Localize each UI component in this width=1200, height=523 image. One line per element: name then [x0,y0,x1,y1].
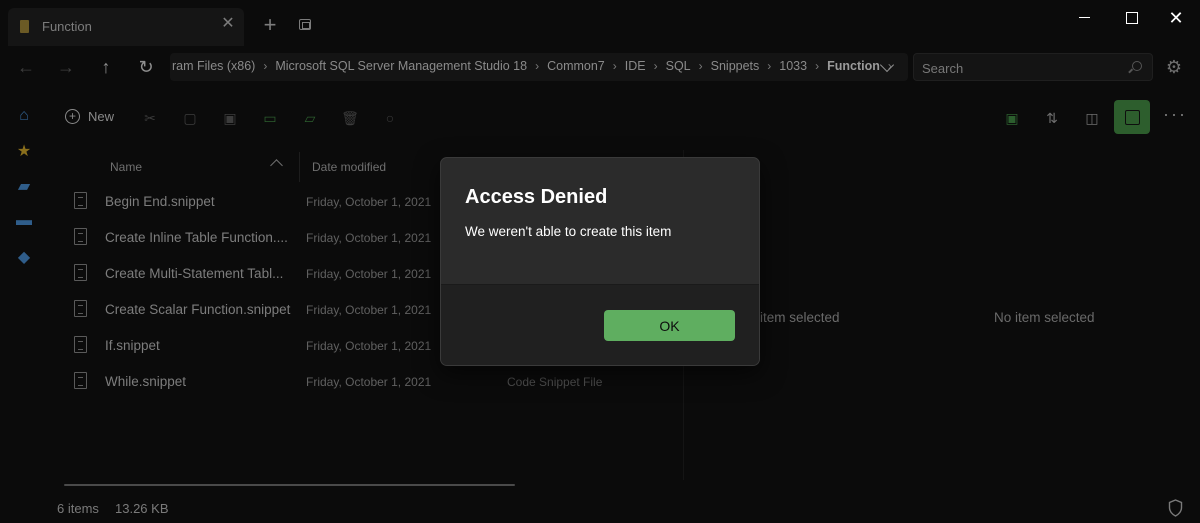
disk-icon[interactable]: ▬ [14,211,34,231]
search-input[interactable] [922,59,1122,77]
properties-icon[interactable]: ○ [380,108,400,128]
chevron-right-icon: › [612,59,617,73]
column-header-date[interactable]: Date modified [312,160,386,174]
navigation-bar: ← → ↑ ↻ ram Files (x86) › Microsoft SQL … [0,48,1200,86]
file-name: Create Inline Table Function.... [105,230,288,245]
status-bar: 6 items 13.26 KB [50,496,1200,523]
network-icon[interactable]: ◆ [14,248,34,268]
file-date: Friday, October 1, 2021 [306,231,432,245]
home-icon[interactable]: ⌂ [14,106,34,126]
file-date: Friday, October 1, 2021 [306,303,432,317]
breadcrumb-item[interactable]: Common7 [545,59,607,73]
sort-up-icon [270,159,283,172]
cut-icon[interactable]: ✂ [140,108,160,128]
breadcrumb[interactable]: ram Files (x86) › Microsoft SQL Server M… [170,53,908,81]
maximize-button[interactable] [1121,8,1141,28]
search-box[interactable] [913,53,1153,81]
tab-title: Function [42,19,92,34]
sidebar: ⌂ ★ ▰ ▬ ◆ [0,96,50,496]
breadcrumb-item[interactable]: IDE [623,59,648,73]
preview-placeholder: item selected [760,310,840,325]
total-size: 13.26 KB [115,501,169,516]
copy-icon[interactable]: ▢ [180,108,200,128]
file-icon [74,300,87,317]
chevron-right-icon: › [698,59,703,73]
dialog-footer: OK [441,284,759,365]
file-date: Friday, October 1, 2021 [306,267,432,281]
chevron-right-icon: › [653,59,658,73]
file-date: Friday, October 1, 2021 [306,339,432,353]
dialog-title: Access Denied [465,186,608,208]
tab-close-icon[interactable]: ✕ [218,14,238,34]
file-name: Begin End.snippet [105,194,215,209]
new-button-label: New [88,109,115,124]
horizontal-scrollbar[interactable] [64,484,515,486]
chevron-right-icon: › [263,59,268,73]
access-denied-dialog: Access Denied We weren't able to create … [440,157,760,366]
file-name: Create Scalar Function.snippet [105,302,291,317]
file-name: Create Multi-Statement Tabl... [105,266,284,281]
breadcrumb-item[interactable]: Snippets [709,59,762,73]
breadcrumb-item[interactable]: Microsoft SQL Server Management Studio 1… [273,59,529,73]
chevron-right-icon: › [535,59,540,73]
item-count: 6 items [57,501,99,516]
paste-icon[interactable]: ▣ [220,108,240,128]
shield-icon[interactable] [1168,499,1183,517]
file-type: Code Snippet File [507,375,603,389]
file-date: Friday, October 1, 2021 [306,375,432,389]
title-bar: Function ✕ + ✕ [0,0,1200,48]
tab-function[interactable]: Function ✕ [8,8,244,46]
toolbar: + New ✂ ▢ ▣ ▭ ▱ 🗑 ○ ▣ ⇅ ◫ ··· [50,98,1200,138]
layout-icon[interactable]: ◫ [1082,108,1102,128]
share-icon[interactable]: ▱ [300,108,320,128]
breadcrumb-current[interactable]: Function [825,59,882,73]
file-icon [74,336,87,353]
ok-button[interactable]: OK [604,310,735,341]
breadcrumb-item[interactable]: 1033 [777,59,809,73]
file-name: If.snippet [105,338,160,353]
breadcrumb-item[interactable]: ram Files (x86) [170,59,257,73]
new-tab-button[interactable]: + [260,14,280,36]
file-date: Friday, October 1, 2021 [306,195,432,209]
delete-icon[interactable]: 🗑 [340,108,360,128]
minimize-button[interactable] [1074,8,1094,28]
file-icon [74,228,87,245]
preview-pane-button[interactable] [1114,100,1150,134]
file-icon [74,372,87,389]
file-row[interactable]: While.snippet Friday, October 1, 2021 Co… [50,363,680,399]
duplicate-tab-icon[interactable] [299,19,311,30]
refresh-icon[interactable]: ↻ [135,56,157,78]
search-icon[interactable] [1132,61,1142,71]
column-divider[interactable] [299,152,300,182]
column-header-name[interactable]: Name [110,160,142,174]
dialog-message: We weren't able to create this item [465,224,672,239]
plus-circle-icon: + [65,109,80,124]
details-placeholder: No item selected [994,310,1095,325]
up-arrow-icon[interactable]: ↑ [95,56,117,78]
star-icon[interactable]: ★ [14,142,34,162]
chevron-right-icon: › [815,59,820,73]
file-icon [74,192,87,209]
file-name: While.snippet [105,374,187,389]
new-button[interactable]: + New [65,109,114,124]
rename-icon[interactable]: ▭ [260,108,280,128]
forward-arrow-icon[interactable]: → [55,56,77,78]
breadcrumb-item[interactable]: SQL [664,59,693,73]
back-arrow-icon[interactable]: ← [15,56,37,78]
more-options-icon[interactable]: ··· [1163,104,1187,125]
folder-icon [20,20,29,33]
close-button[interactable]: ✕ [1166,8,1186,28]
chevron-down-icon[interactable] [878,57,898,77]
sort-icon[interactable]: ⇅ [1042,108,1062,128]
gear-icon[interactable]: ⚙ [1164,57,1184,77]
chevron-right-icon: › [767,59,772,73]
drive-icon[interactable]: ▰ [14,177,34,197]
file-icon [74,264,87,281]
select-icon[interactable]: ▣ [1002,108,1022,128]
